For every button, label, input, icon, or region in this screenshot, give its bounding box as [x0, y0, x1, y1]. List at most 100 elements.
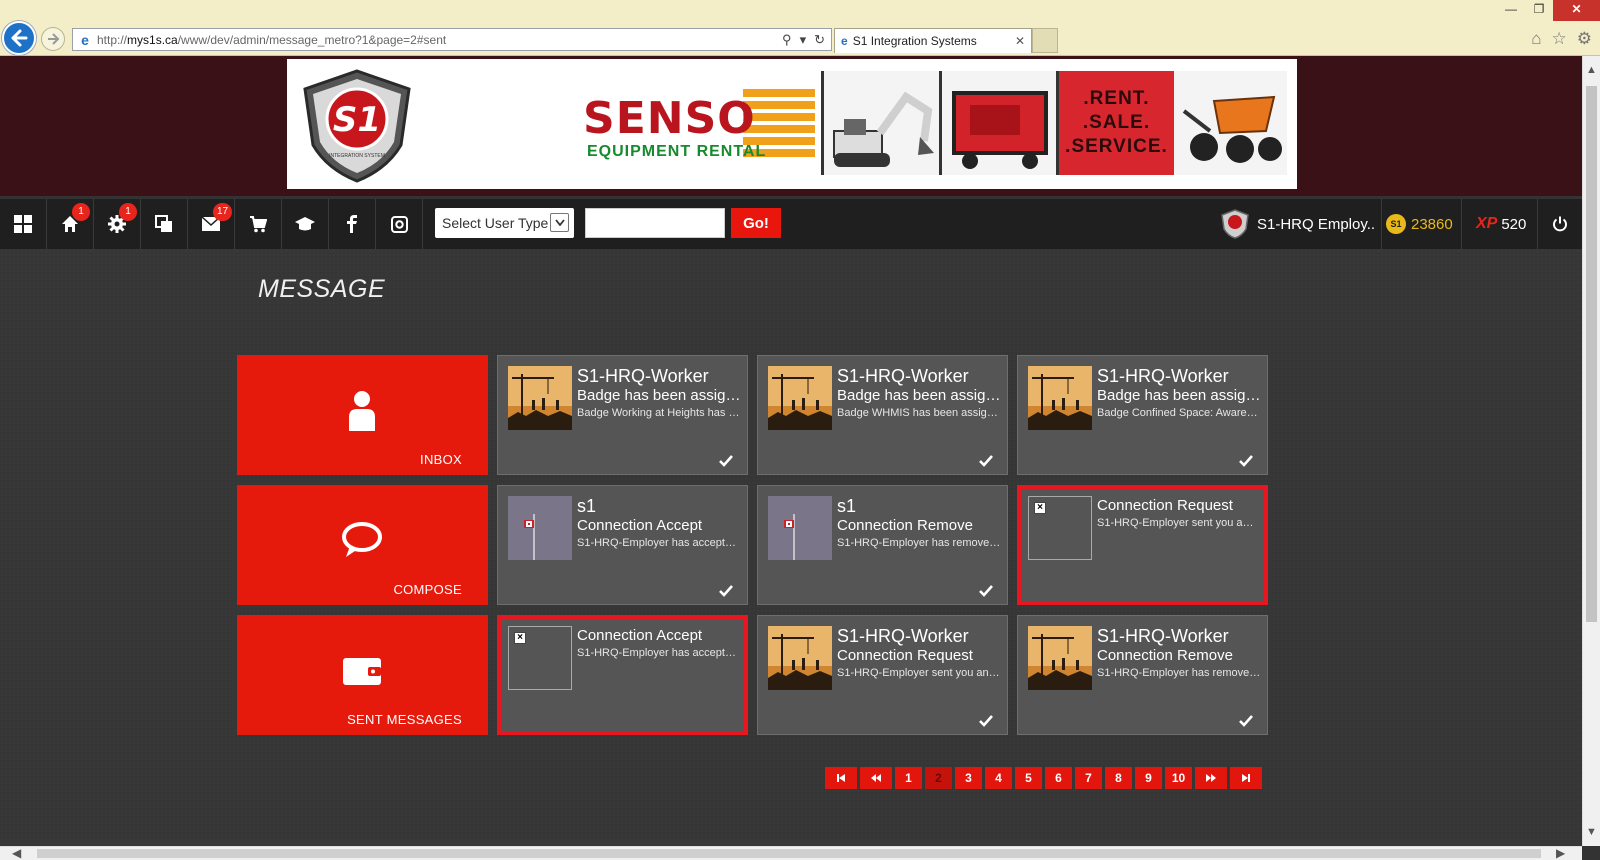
broken-image-thumbnail: × [1028, 496, 1092, 560]
s1-logo[interactable]: S1 INTEGRATION SYSTEM [297, 67, 417, 185]
first-page-button[interactable] [825, 767, 857, 789]
message-tile[interactable]: × Connection Accept S1-HRQ-Employer has ac… [497, 615, 748, 735]
user-name: S1-HRQ Employ.. [1257, 215, 1376, 233]
page-number-button[interactable]: 2 [925, 767, 952, 789]
horizontal-scroll-thumb[interactable] [37, 849, 1541, 858]
apps-grid-button[interactable] [0, 199, 47, 249]
coin-balance[interactable]: S1 23860 [1381, 199, 1453, 249]
page-number-button[interactable]: 8 [1105, 767, 1132, 789]
tab-title: S1 Integration Systems [852, 34, 977, 48]
page-number-button[interactable]: 9 [1135, 767, 1162, 789]
vertical-scroll-thumb[interactable] [1586, 86, 1597, 622]
messages-button[interactable]: 17 [188, 199, 235, 249]
close-window-button[interactable]: ✕ [1553, 0, 1600, 21]
inbox-label: INBOX [420, 452, 462, 467]
message-tile[interactable]: S1-HRQ-Worker Badge has been assign... Bad… [497, 355, 748, 475]
instagram-button[interactable] [376, 199, 423, 249]
sender-avatar-thumbnail [768, 626, 832, 690]
excavator-icon [833, 91, 934, 167]
settings-button[interactable]: 1 [94, 199, 141, 249]
message-tile[interactable]: S1-HRQ-Worker Badge has been assign... Bad… [757, 355, 1008, 475]
chevron-down-icon[interactable] [550, 213, 569, 232]
horizontal-scrollbar[interactable]: ◀ ▶ [0, 846, 1582, 860]
read-check-icon [979, 454, 993, 468]
message-tile[interactable]: S1-HRQ-Worker Badge has been assign... Bad… [1017, 355, 1268, 475]
top-navigation-bar: 1 1 17 Select User Type Go! S1-HRQ Emplo… [0, 199, 1582, 249]
message-text: s1 Connection Remove S1-HRQ-Employer has r… [837, 496, 1001, 551]
message-tile[interactable]: S1-HRQ-Worker Connection Remove S1-HRQ-Emp… [1017, 615, 1268, 735]
advertisement[interactable]: SENSO EQUIPMENT RENTAL .RENT. .SALE. .SE… [569, 71, 1297, 175]
window-controls: — ❐ ✕ [1497, 0, 1600, 21]
broken-image-icon: × [514, 632, 526, 644]
page-number-button[interactable]: 1 [895, 767, 922, 789]
message-tile[interactable]: S1-HRQ-Worker Connection Request S1-HRQ-Em… [757, 615, 1008, 735]
message-subject: Connection Remove [1097, 647, 1233, 664]
page-number-button[interactable]: 6 [1045, 767, 1072, 789]
message-text: S1-HRQ-Worker Badge has been assign... Bad… [577, 366, 741, 421]
vertical-scrollbar[interactable]: ▲ ▼ [1582, 56, 1600, 846]
dropdown-icon[interactable]: ▾ [800, 32, 807, 48]
last-page-button[interactable] [1230, 767, 1262, 789]
scroll-left-icon[interactable]: ◀ [12, 846, 21, 860]
page-number-button[interactable]: 3 [955, 767, 982, 789]
pagination: 1 2 3 4 5 6 7 8 9 10 [825, 767, 1262, 789]
cart-icon [250, 216, 267, 233]
url-text[interactable]: http://mys1s.ca/www/dev/admin/message_me… [97, 33, 782, 47]
arrow-left-icon [11, 29, 28, 47]
user-profile-link[interactable]: S1-HRQ Employ.. [1221, 199, 1375, 249]
message-preview: Badge WHMIS has been assigne... [837, 407, 1001, 419]
coin-value: 23860 [1411, 215, 1453, 233]
broken-image-thumbnail: × [508, 626, 572, 690]
message-tile[interactable]: s1 Connection Accept S1-HRQ-Employer has a… [497, 485, 748, 605]
facebook-button[interactable] [329, 199, 376, 249]
refresh-icon[interactable]: ↻ [814, 32, 825, 48]
browser-chrome: e http://mys1s.ca/www/dev/admin/message_… [0, 0, 1600, 56]
home-icon[interactable]: ⌂ [1531, 29, 1541, 49]
facebook-icon [347, 215, 357, 233]
inbox-tile[interactable]: INBOX [237, 355, 488, 475]
training-button[interactable] [282, 199, 329, 249]
ad-rent-line-sale: .SALE. [1082, 112, 1151, 133]
new-tab-button[interactable] [1032, 28, 1058, 53]
compose-tile[interactable]: COMPOSE [237, 485, 488, 605]
sent-messages-tile[interactable]: SENT MESSAGES [237, 615, 488, 735]
page-number-button[interactable]: 4 [985, 767, 1012, 789]
windows-button[interactable] [141, 199, 188, 249]
scroll-up-icon[interactable]: ▲ [1586, 64, 1597, 76]
cart-button[interactable] [235, 199, 282, 249]
url-host: mys1s.ca [127, 32, 178, 47]
restore-button[interactable]: ❐ [1525, 0, 1553, 21]
search-icon[interactable]: ⚲ [782, 32, 792, 48]
forward-button[interactable] [41, 27, 65, 51]
ad-excavator-image [821, 71, 939, 175]
page-number-button[interactable]: 7 [1075, 767, 1102, 789]
instagram-icon [390, 215, 408, 233]
gear-icon[interactable]: ⚙ [1577, 29, 1592, 49]
xp-points[interactable]: XP 520 [1461, 199, 1526, 249]
back-button[interactable] [2, 21, 36, 55]
scroll-right-icon[interactable]: ▶ [1556, 846, 1565, 860]
user-type-select[interactable]: Select User Type [435, 208, 574, 238]
home-button[interactable]: 1 [47, 199, 94, 249]
tab-close-icon[interactable]: ✕ [1015, 34, 1025, 48]
scroll-down-icon[interactable]: ▼ [1586, 826, 1597, 838]
sender-avatar-thumbnail [768, 496, 832, 560]
go-button[interactable]: Go! [731, 208, 781, 238]
minimize-button[interactable]: — [1497, 0, 1525, 21]
browser-tab[interactable]: e S1 Integration Systems ✕ [834, 28, 1032, 53]
dumper-icon [1182, 95, 1282, 163]
generator-icon [952, 91, 1048, 169]
ad-rent-sale-service: .RENT. .SALE. .SERVICE. [1056, 71, 1174, 175]
page-number-button[interactable]: 5 [1015, 767, 1042, 789]
previous-page-button[interactable] [860, 767, 892, 789]
message-tile[interactable]: s1 Connection Remove S1-HRQ-Employer has r… [757, 485, 1008, 605]
search-input[interactable] [585, 208, 725, 238]
logout-button[interactable] [1537, 199, 1582, 249]
message-text: S1-HRQ-Worker Connection Remove S1-HRQ-Emp… [1097, 626, 1261, 681]
message-tile[interactable]: × Connection Request S1-HRQ-Employer sent … [1017, 485, 1268, 605]
page-number-button[interactable]: 10 [1165, 767, 1192, 789]
home-badge: 1 [72, 203, 90, 221]
favorites-star-icon[interactable]: ☆ [1552, 29, 1567, 49]
next-page-button[interactable] [1195, 767, 1227, 789]
address-bar[interactable]: e http://mys1s.ca/www/dev/admin/message_… [72, 28, 832, 51]
